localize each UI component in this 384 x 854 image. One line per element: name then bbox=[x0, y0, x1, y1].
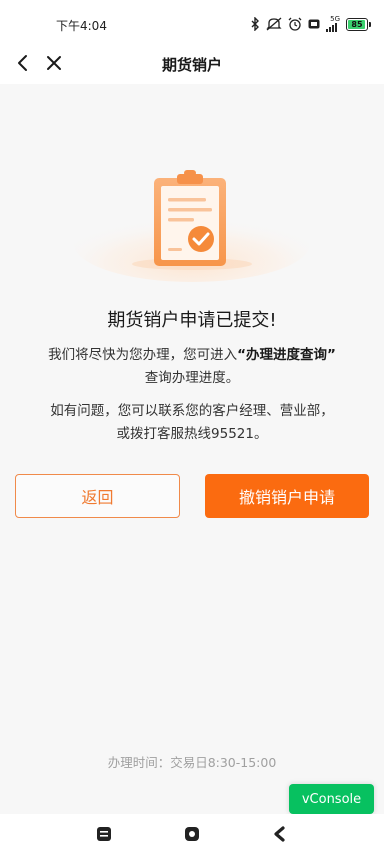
progress-query-link[interactable]: “办理进度查询” bbox=[237, 347, 336, 363]
hd-icon bbox=[308, 19, 320, 29]
business-hours: 办理时间：交易日8:30-15:00 bbox=[107, 755, 277, 770]
mute-icon bbox=[266, 17, 282, 31]
desc-text: 如有问题，您可以联系您的客户经理、营业部， bbox=[50, 403, 334, 419]
battery-level: 85 bbox=[351, 19, 363, 29]
cancel-button-label: 撤销销户申请 bbox=[238, 488, 335, 507]
network-type-label: 5G bbox=[330, 15, 340, 23]
home-icon[interactable] bbox=[184, 826, 200, 846]
menu-icon[interactable] bbox=[96, 826, 112, 846]
system-nav-bar bbox=[0, 814, 384, 854]
progress-description: 我们将尽快为您办理，您可进入“办理进度查询” 查询办理进度。 bbox=[24, 344, 360, 390]
back-icon[interactable] bbox=[272, 826, 288, 846]
nav-bar: 期货销户 bbox=[0, 44, 384, 84]
alarm-icon bbox=[288, 17, 302, 31]
signal-icon: 5G bbox=[326, 16, 340, 32]
battery-icon: 85 bbox=[346, 17, 371, 31]
desc-text: 查询办理进度。 bbox=[144, 370, 240, 386]
status-icons: 5G 85 bbox=[250, 14, 371, 34]
result-title: 期货销户申请已提交! bbox=[107, 310, 277, 331]
status-time: 下午4:04 bbox=[56, 19, 107, 33]
contact-description: 如有问题，您可以联系您的客户经理、营业部， 或拨打客服热线95521。 bbox=[24, 400, 360, 446]
vconsole-label: vConsole bbox=[301, 791, 362, 807]
desc-text: 或拨打客服热线95521。 bbox=[116, 426, 268, 442]
clipboard-check-icon bbox=[72, 164, 312, 284]
vconsole-button[interactable]: vConsole bbox=[289, 784, 374, 814]
bluetooth-icon bbox=[250, 17, 260, 31]
page-title: 期货销户 bbox=[161, 56, 222, 74]
status-bar: 下午4:04 5G 85 bbox=[0, 0, 384, 44]
return-button-label: 返回 bbox=[81, 488, 114, 507]
cancel-application-button[interactable]: 撤销销户申请 bbox=[205, 474, 369, 518]
return-button[interactable]: 返回 bbox=[15, 474, 180, 518]
desc-text: 我们将尽快为您办理，您可进入 bbox=[48, 347, 238, 363]
